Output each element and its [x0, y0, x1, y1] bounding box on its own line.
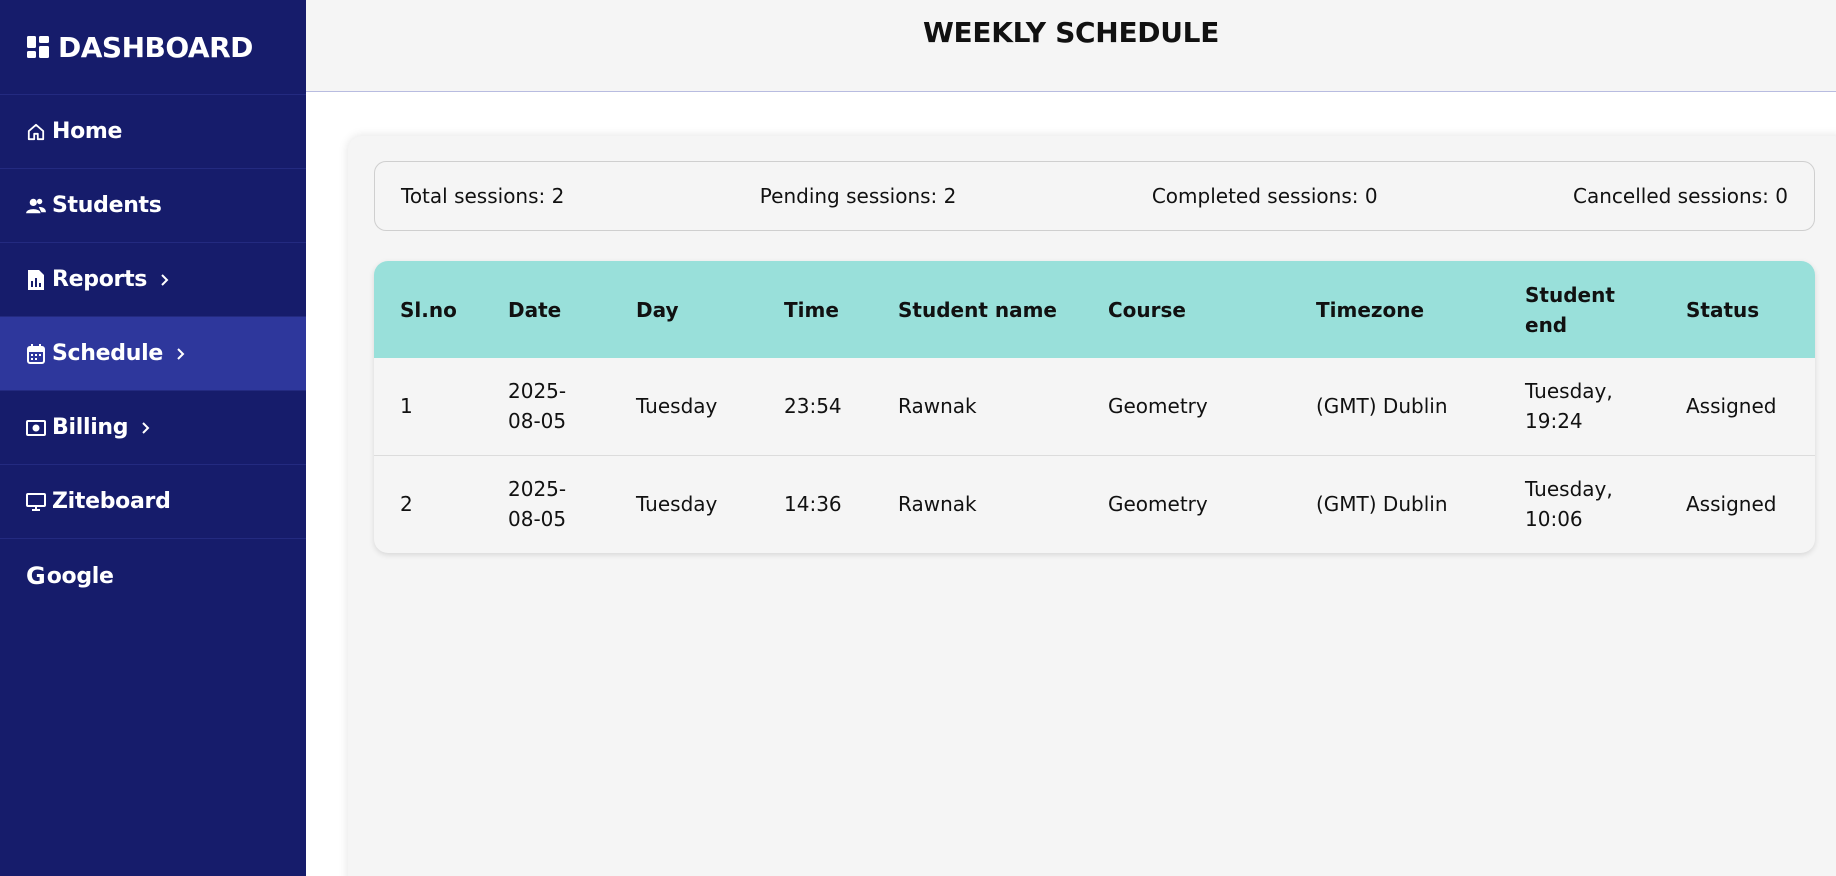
presentation-board-icon	[26, 492, 46, 512]
table-row[interactable]: 2 2025- 08-05 Tuesday 14:36 Rawnak Geome…	[374, 455, 1815, 552]
table-cell: 14:36	[784, 491, 842, 516]
money-icon	[26, 418, 46, 438]
column-header[interactable]: Timezone	[1290, 261, 1499, 358]
table-cell: 2025- 08-05	[508, 379, 567, 434]
page-title: WEEKLY SCHEDULE	[922, 16, 1220, 49]
status-cell: Assigned	[1686, 491, 1777, 516]
chevron-right-icon	[142, 421, 150, 434]
sidebar-item-home[interactable]: Home	[0, 95, 306, 169]
sidebar-item-label: oogle	[46, 563, 114, 589]
table-cell: (GMT) Dublin	[1316, 394, 1448, 419]
calendar-icon	[26, 343, 46, 364]
home-icon	[26, 122, 46, 142]
table-cell: 1	[400, 394, 413, 419]
table-cell: Tuesday, 19:24	[1525, 379, 1613, 434]
chevron-right-icon	[177, 347, 185, 360]
table-cell: 23:54	[784, 394, 842, 419]
sidebar-item-google[interactable]: G oogle	[0, 539, 306, 613]
column-header[interactable]: Student end	[1499, 261, 1660, 358]
status-cell: Assigned	[1686, 394, 1777, 419]
dashboard-icon	[27, 36, 49, 58]
table-cell: Geometry	[1108, 491, 1208, 516]
table-cell: Rawnak	[898, 394, 977, 419]
chevron-right-icon	[161, 273, 169, 286]
column-header[interactable]: Status	[1660, 261, 1815, 358]
table-cell: Tuesday	[636, 491, 718, 516]
students-icon	[26, 196, 46, 216]
page-header: WEEKLY SCHEDULE	[306, 0, 1836, 92]
sidebar-item-schedule[interactable]: Schedule	[0, 317, 306, 391]
pending-sessions: Pending sessions: 2	[759, 184, 957, 208]
column-header[interactable]: Time	[758, 261, 872, 358]
total-sessions: Total sessions: 2	[401, 184, 565, 208]
sidebar-item-students[interactable]: Students	[0, 169, 306, 243]
sidebar-item-billing[interactable]: Billing	[0, 391, 306, 465]
table-cell: (GMT) Dublin	[1316, 491, 1448, 516]
sidebar-item-label: Reports	[52, 267, 148, 292]
column-header[interactable]: Course	[1082, 261, 1290, 358]
table-cell: Geometry	[1108, 394, 1208, 419]
table-cell: 2	[400, 491, 413, 516]
table-cell: Tuesday	[636, 394, 718, 419]
table-header-row: Sl.no Date Day Time Student name Course …	[374, 261, 1815, 358]
sidebar-item-label: Ziteboard	[52, 489, 171, 514]
table-cell: Tuesday, 10:06	[1525, 476, 1613, 531]
sidebar-item-label: Billing	[52, 415, 129, 440]
sidebar-title: DASHBOARD	[58, 30, 253, 64]
report-icon	[26, 269, 46, 290]
column-header[interactable]: Sl.no	[374, 261, 482, 358]
sidebar-item-label: Schedule	[52, 341, 163, 366]
schedule-table: Sl.no Date Day Time Student name Course …	[374, 261, 1815, 553]
session-stats-bar: Total sessions: 2 Pending sessions: 2 Co…	[374, 161, 1815, 231]
google-icon: G	[26, 562, 46, 590]
completed-sessions: Completed sessions: 0	[1151, 184, 1378, 208]
cancelled-sessions: Cancelled sessions: 0	[1573, 184, 1788, 208]
column-header[interactable]: Student name	[872, 261, 1082, 358]
sidebar: DASHBOARD Home Students Reports Schedule…	[0, 0, 306, 876]
table-row[interactable]: 1 2025- 08-05 Tuesday 23:54 Rawnak Geome…	[374, 358, 1815, 455]
column-header[interactable]: Day	[610, 261, 758, 358]
table-cell: 2025- 08-05	[508, 476, 567, 531]
column-header[interactable]: Date	[482, 261, 610, 358]
sidebar-item-label: Students	[52, 193, 162, 218]
sidebar-brand[interactable]: DASHBOARD	[0, 0, 306, 95]
sidebar-item-ziteboard[interactable]: Ziteboard	[0, 465, 306, 539]
sidebar-item-reports[interactable]: Reports	[0, 243, 306, 317]
table-cell: Rawnak	[898, 491, 977, 516]
sidebar-item-label: Home	[52, 119, 123, 144]
